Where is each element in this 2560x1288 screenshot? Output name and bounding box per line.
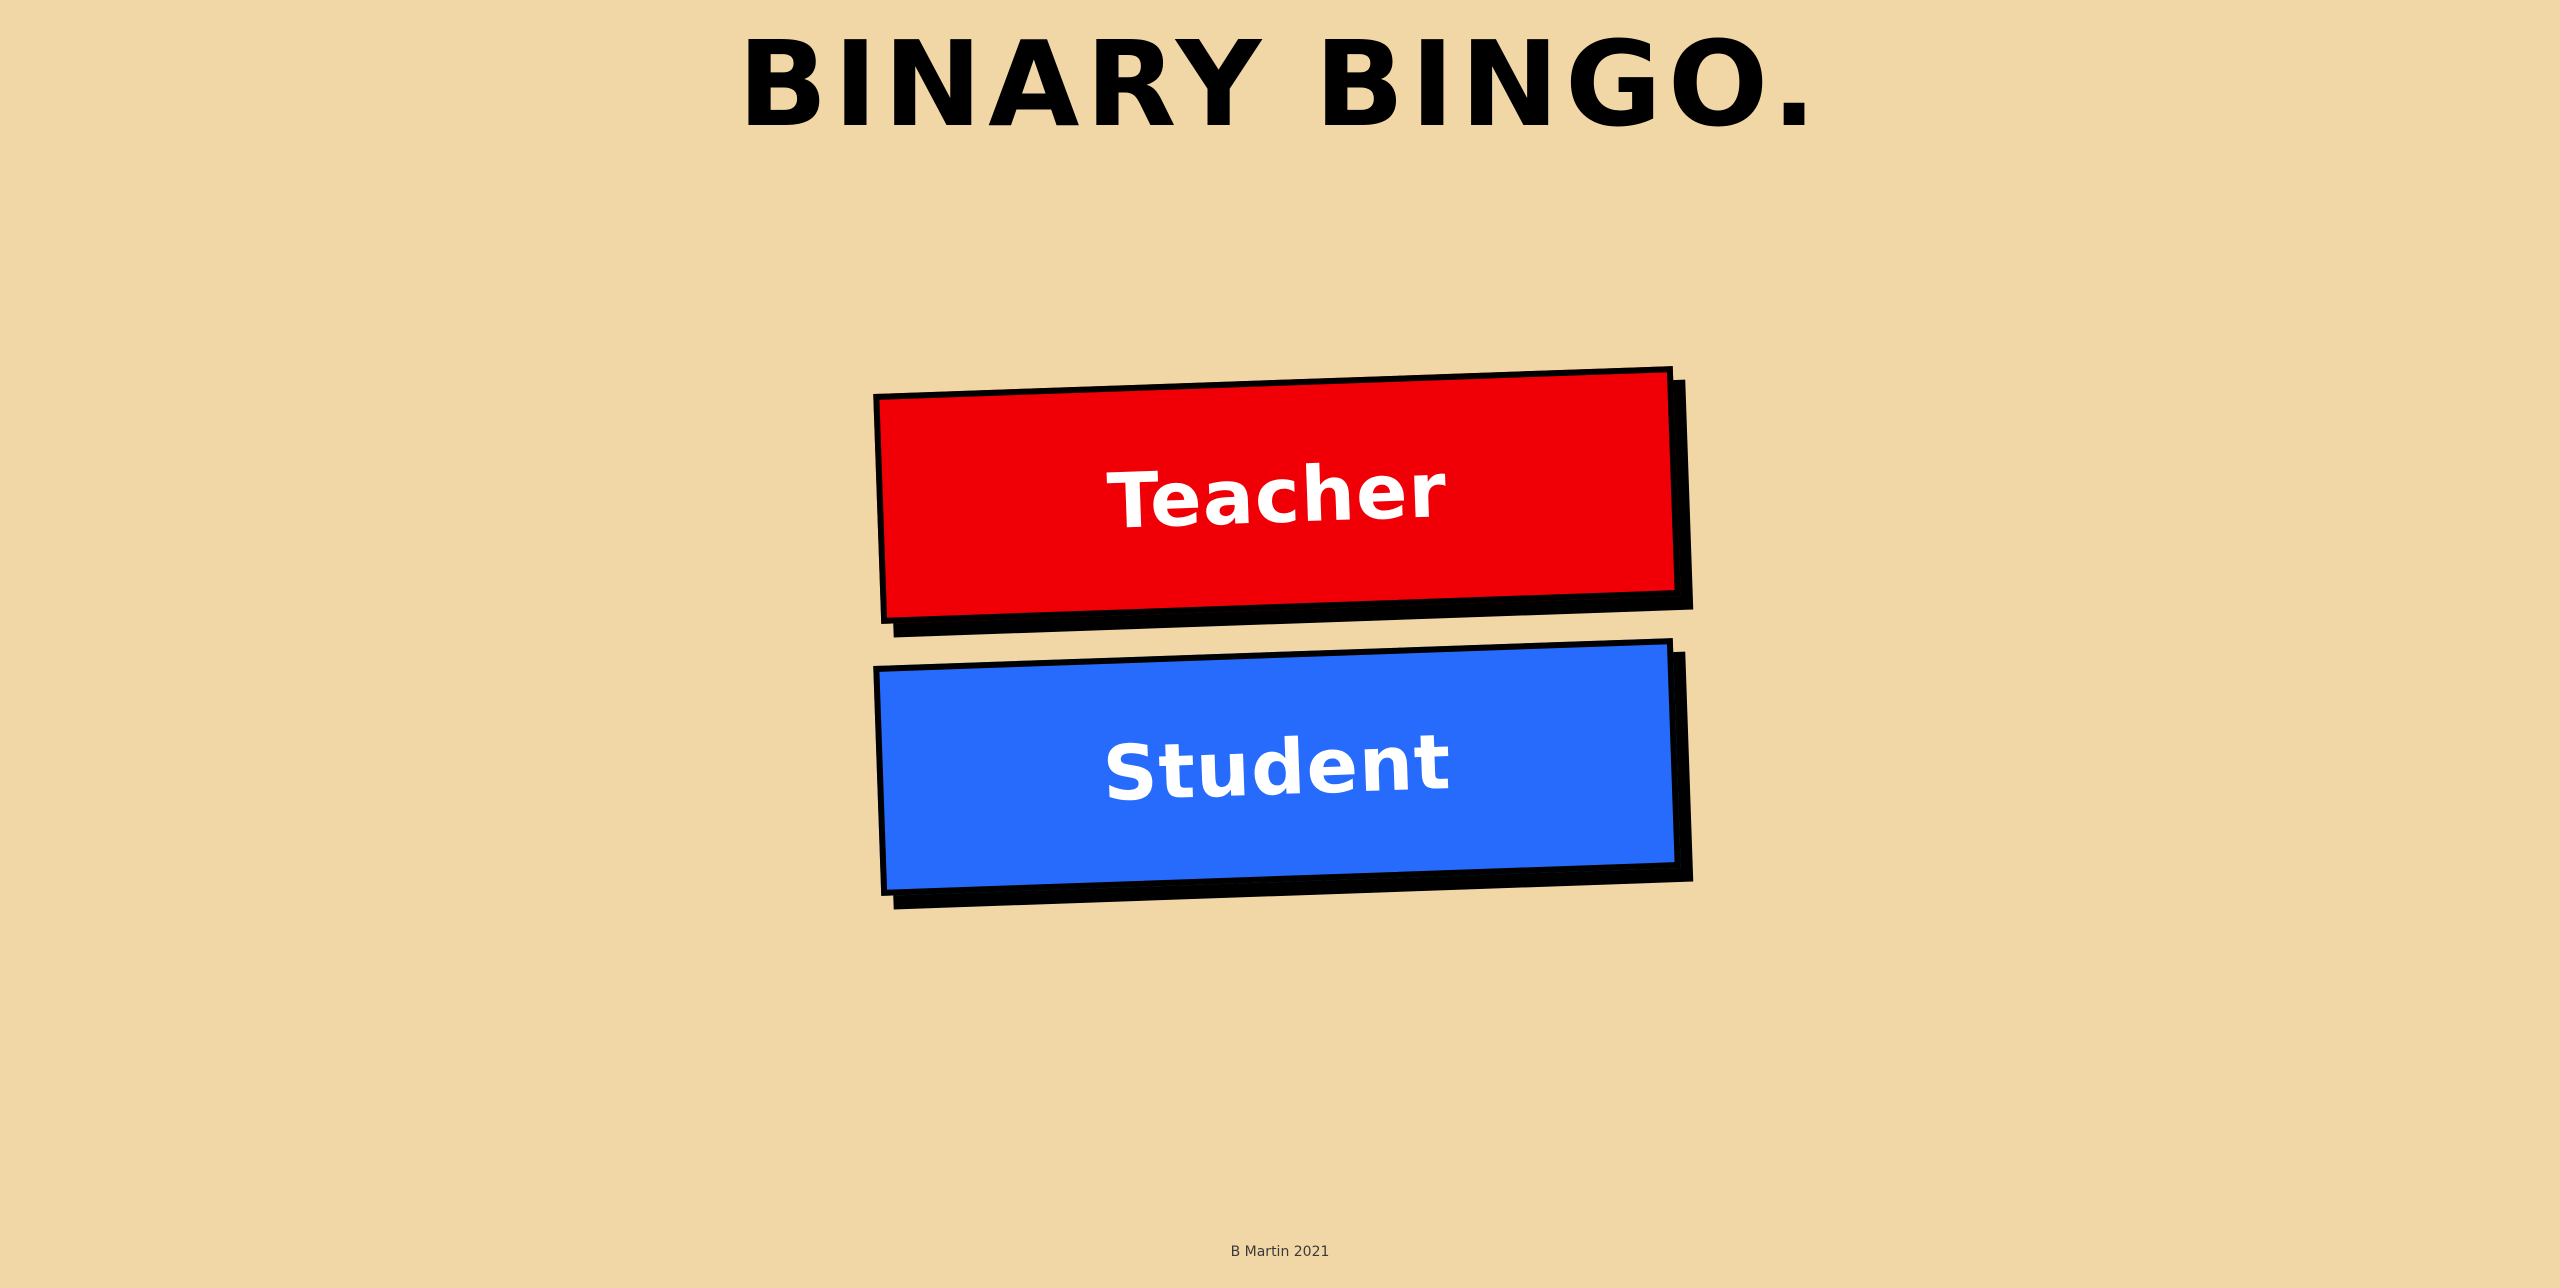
student-button-label: Student (1101, 716, 1453, 818)
teacher-button-label: Teacher (1105, 444, 1449, 546)
teacher-button[interactable]: Teacher (873, 366, 1681, 624)
footer-credit: B Martin 2021 (1230, 1244, 1330, 1260)
page-title: BINARY BINGO. (737, 15, 1823, 153)
student-button[interactable]: Student (873, 638, 1681, 896)
